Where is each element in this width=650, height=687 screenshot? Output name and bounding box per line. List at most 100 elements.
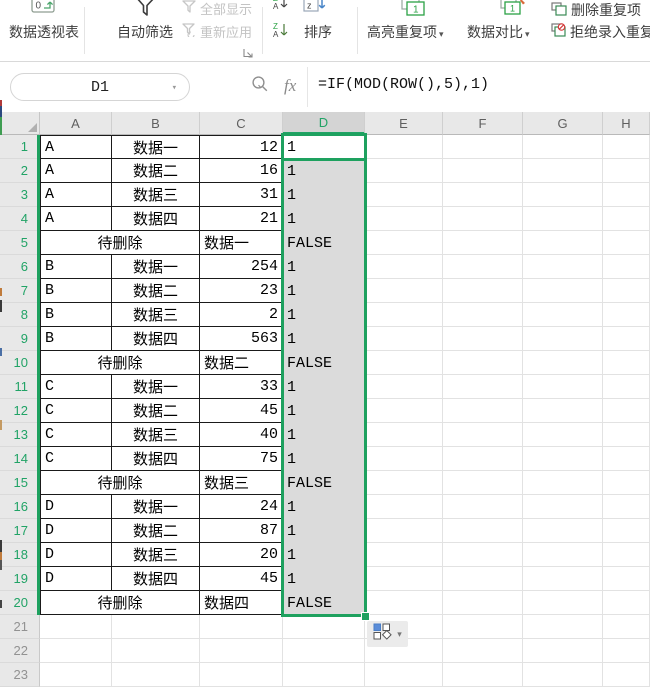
cell-E6[interactable] — [365, 255, 443, 279]
cell-C6[interactable]: 254 — [200, 255, 283, 279]
cell-E11[interactable] — [365, 375, 443, 399]
row-header-9[interactable]: 9 — [0, 327, 40, 351]
cell-G22[interactable] — [523, 639, 603, 663]
cell-A20-merged[interactable]: 待删除 — [40, 591, 200, 615]
cell-C2[interactable]: 16 — [200, 159, 283, 183]
cell-A9[interactable]: B — [40, 327, 112, 351]
cell-E16[interactable] — [365, 495, 443, 519]
cell-C3[interactable]: 31 — [200, 183, 283, 207]
row-header-2[interactable]: 2 — [0, 159, 40, 183]
cell-F11[interactable] — [443, 375, 523, 399]
cell-A21[interactable] — [40, 615, 112, 639]
cell-B22[interactable] — [112, 639, 200, 663]
cell-F15[interactable] — [443, 471, 523, 495]
row-header-4[interactable]: 4 — [0, 207, 40, 231]
sort-ascending-icon[interactable]: Z A — [272, 0, 290, 15]
cell-F9[interactable] — [443, 327, 523, 351]
cell-G8[interactable] — [523, 303, 603, 327]
cell-B18[interactable]: 数据三 — [112, 543, 200, 567]
cell-D19[interactable]: 1 — [283, 567, 365, 591]
cell-G14[interactable] — [523, 447, 603, 471]
cell-E18[interactable] — [365, 543, 443, 567]
row-header-21[interactable]: 21 — [0, 615, 40, 639]
cell-B19[interactable]: 数据四 — [112, 567, 200, 591]
name-box[interactable]: D1 ▾ — [10, 73, 190, 101]
cell-C10[interactable]: 数据二 — [200, 351, 283, 375]
formula-input[interactable]: =IF(MOD(ROW(),5),1) — [318, 76, 489, 93]
cell-G2[interactable] — [523, 159, 603, 183]
cell-H18[interactable] — [603, 543, 650, 567]
cell-E20[interactable] — [365, 591, 443, 615]
cell-C18[interactable]: 20 — [200, 543, 283, 567]
cell-H16[interactable] — [603, 495, 650, 519]
cell-H17[interactable] — [603, 519, 650, 543]
cell-H2[interactable] — [603, 159, 650, 183]
cell-A2[interactable]: A — [40, 159, 112, 183]
cell-C7[interactable]: 23 — [200, 279, 283, 303]
cell-C12[interactable]: 45 — [200, 399, 283, 423]
cell-C8[interactable]: 2 — [200, 303, 283, 327]
cell-A1[interactable]: A — [40, 135, 112, 159]
cell-H9[interactable] — [603, 327, 650, 351]
search-icon[interactable] — [251, 75, 269, 98]
cell-F10[interactable] — [443, 351, 523, 375]
cell-D21[interactable] — [283, 615, 365, 639]
data-compare-button[interactable]: 数据对比▾ — [467, 22, 530, 42]
cell-H15[interactable] — [603, 471, 650, 495]
sort-button[interactable]: 排序 — [304, 22, 332, 42]
cell-H8[interactable] — [603, 303, 650, 327]
row-header-11[interactable]: 11 — [0, 375, 40, 399]
cell-C14[interactable]: 75 — [200, 447, 283, 471]
cell-C23[interactable] — [200, 663, 283, 687]
cell-C16[interactable]: 24 — [200, 495, 283, 519]
cell-E17[interactable] — [365, 519, 443, 543]
cell-D12[interactable]: 1 — [283, 399, 365, 423]
cell-B14[interactable]: 数据四 — [112, 447, 200, 471]
cell-D3[interactable]: 1 — [283, 183, 365, 207]
cell-A7[interactable]: B — [40, 279, 112, 303]
cell-H13[interactable] — [603, 423, 650, 447]
paste-options-button[interactable]: ▾ — [367, 621, 408, 647]
cell-F3[interactable] — [443, 183, 523, 207]
cell-D7[interactable]: 1 — [283, 279, 365, 303]
cell-G1[interactable] — [523, 135, 603, 159]
cell-C9[interactable]: 563 — [200, 327, 283, 351]
row-header-18[interactable]: 18 — [0, 543, 40, 567]
cell-B11[interactable]: 数据一 — [112, 375, 200, 399]
row-header-16[interactable]: 16 — [0, 495, 40, 519]
cell-G17[interactable] — [523, 519, 603, 543]
cell-E12[interactable] — [365, 399, 443, 423]
cell-G4[interactable] — [523, 207, 603, 231]
row-header-3[interactable]: 3 — [0, 183, 40, 207]
fill-handle[interactable] — [361, 612, 370, 621]
fx-icon[interactable]: fx — [284, 76, 296, 96]
cell-F22[interactable] — [443, 639, 523, 663]
cell-A17[interactable]: D — [40, 519, 112, 543]
cell-H20[interactable] — [603, 591, 650, 615]
col-header-G[interactable]: G — [523, 112, 603, 135]
row-header-19[interactable]: 19 — [0, 567, 40, 591]
cell-E4[interactable] — [365, 207, 443, 231]
cell-E3[interactable] — [365, 183, 443, 207]
row-header-20[interactable]: 20 — [0, 591, 40, 615]
cell-C17[interactable]: 87 — [200, 519, 283, 543]
cell-B8[interactable]: 数据三 — [112, 303, 200, 327]
cell-C13[interactable]: 40 — [200, 423, 283, 447]
cell-F6[interactable] — [443, 255, 523, 279]
cell-D11[interactable]: 1 — [283, 375, 365, 399]
cell-B4[interactable]: 数据四 — [112, 207, 200, 231]
cell-G10[interactable] — [523, 351, 603, 375]
row-header-5[interactable]: 5 — [0, 231, 40, 255]
cell-G9[interactable] — [523, 327, 603, 351]
cell-A14[interactable]: C — [40, 447, 112, 471]
cell-E23[interactable] — [365, 663, 443, 687]
row-header-14[interactable]: 14 — [0, 447, 40, 471]
col-header-B[interactable]: B — [112, 112, 200, 135]
cell-F13[interactable] — [443, 423, 523, 447]
cell-H5[interactable] — [603, 231, 650, 255]
col-header-A[interactable]: A — [40, 112, 112, 135]
cell-B1[interactable]: 数据一 — [112, 135, 200, 159]
cell-G6[interactable] — [523, 255, 603, 279]
cell-H10[interactable] — [603, 351, 650, 375]
cell-F19[interactable] — [443, 567, 523, 591]
